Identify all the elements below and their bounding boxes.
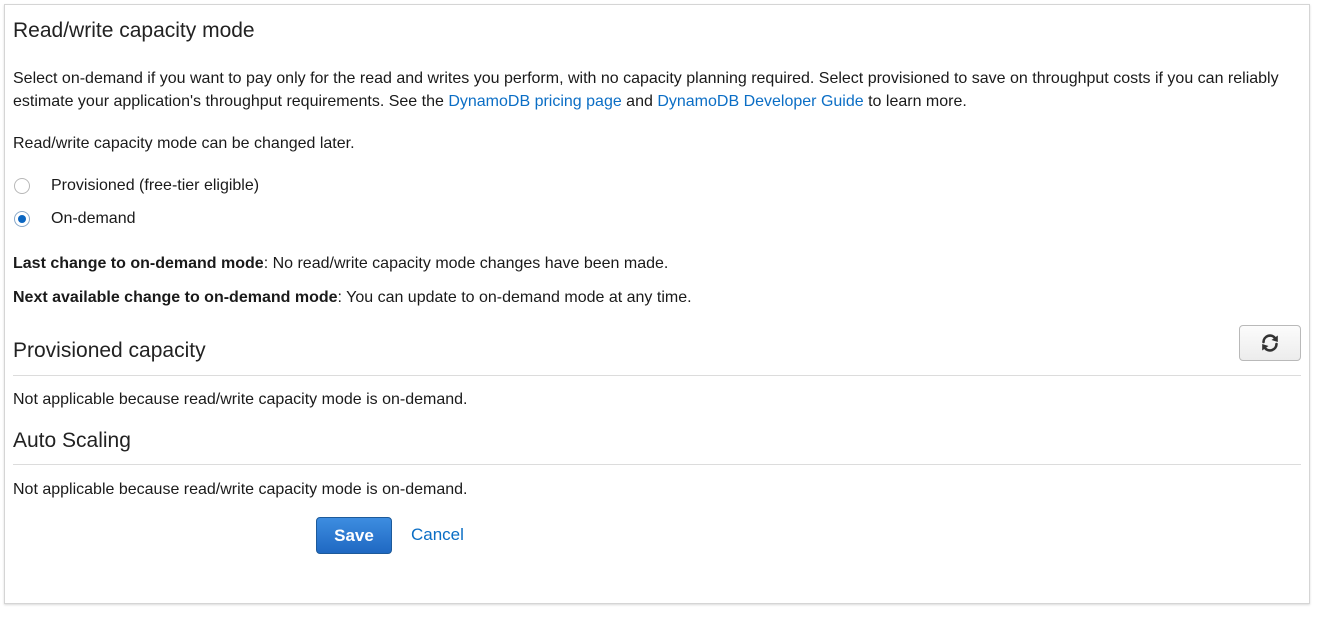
capacity-mode-heading: Read/write capacity mode xyxy=(13,19,255,42)
last-change-value: : No read/write capacity mode changes ha… xyxy=(263,255,669,272)
refresh-button[interactable] xyxy=(1239,325,1301,361)
description-end-text: to learn more. xyxy=(863,93,967,110)
auto-scaling-divider xyxy=(13,464,1301,465)
cancel-link[interactable]: Cancel xyxy=(411,525,464,545)
last-change-info: Last change to on-demand mode: No read/w… xyxy=(13,255,668,273)
auto-scaling-heading: Auto Scaling xyxy=(13,429,131,452)
last-change-label: Last change to on-demand mode xyxy=(13,255,264,272)
refresh-icon xyxy=(1262,334,1278,352)
change-later-note: Read/write capacity mode can be changed … xyxy=(13,135,355,152)
next-change-label: Next available change to on-demand mode xyxy=(13,289,338,306)
provisioned-capacity-divider xyxy=(13,375,1301,376)
capacity-settings-panel: Read/write capacity mode Select on-deman… xyxy=(4,4,1310,604)
provisioned-radio-label[interactable]: Provisioned (free-tier eligible) xyxy=(51,177,259,195)
auto-scaling-message: Not applicable because read/write capaci… xyxy=(13,481,468,498)
on-demand-radio-label[interactable]: On-demand xyxy=(51,210,136,228)
description-and-text: and xyxy=(621,93,658,110)
provisioned-capacity-heading: Provisioned capacity xyxy=(13,339,206,362)
provisioned-radio[interactable] xyxy=(14,178,30,194)
pricing-page-link[interactable]: DynamoDB pricing page xyxy=(448,93,621,110)
capacity-mode-description: Select on-demand if you want to pay only… xyxy=(13,67,1293,113)
on-demand-radio[interactable] xyxy=(14,211,30,227)
provisioned-capacity-message: Not applicable because read/write capaci… xyxy=(13,391,468,408)
save-button[interactable]: Save xyxy=(316,517,392,554)
next-change-info: Next available change to on-demand mode:… xyxy=(13,289,692,307)
next-change-value: : You can update to on-demand mode at an… xyxy=(337,289,692,306)
radio-selected-dot xyxy=(18,215,26,223)
developer-guide-link[interactable]: DynamoDB Developer Guide xyxy=(657,93,863,110)
